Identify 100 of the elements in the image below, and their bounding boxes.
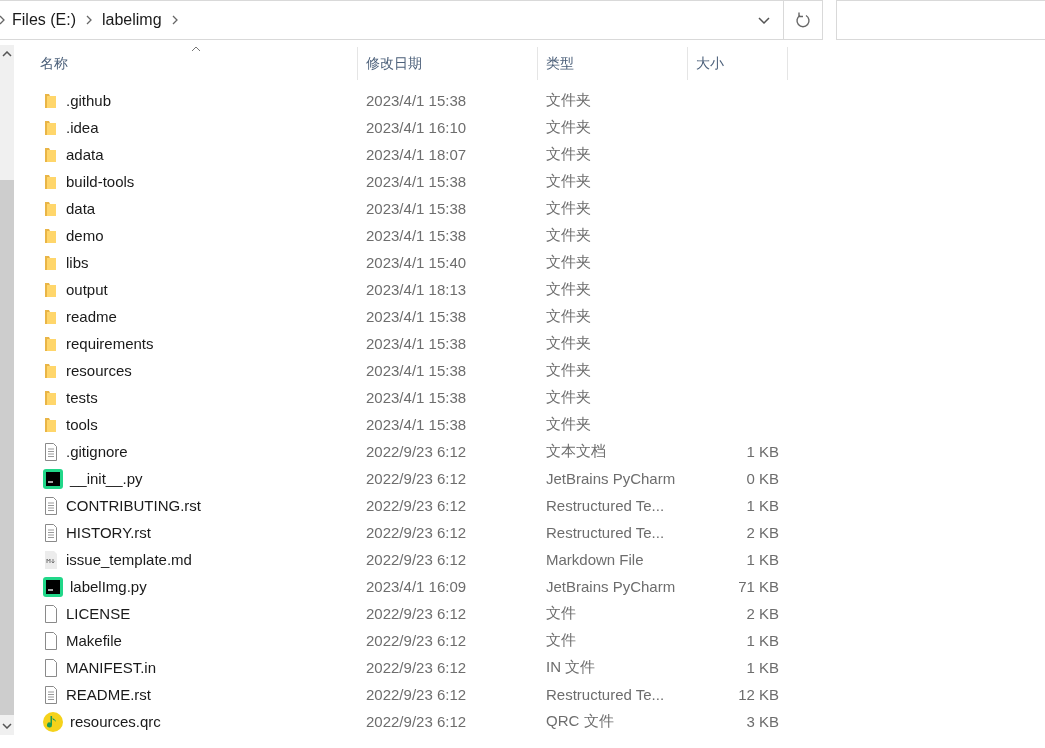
file-name[interactable]: Makefile [66, 632, 122, 649]
folder-icon [43, 173, 59, 190]
modified-date: 2023/4/1 15:38 [366, 227, 467, 244]
file-size: 1 KB [746, 632, 779, 649]
scroll-down-icon[interactable] [2, 723, 12, 729]
file-name[interactable]: __init__.py [70, 470, 143, 487]
folder-icon [43, 308, 59, 325]
file-name[interactable]: readme [66, 308, 117, 325]
file-type: Markdown File [546, 551, 644, 568]
file-type: Restructured Te... [546, 497, 665, 514]
modified-date: 2023/4/1 15:38 [366, 335, 467, 352]
column-header[interactable]: 修改日期 [358, 47, 538, 80]
file-type: 文件 [546, 604, 576, 621]
column-header[interactable]: 类型 [538, 47, 688, 80]
file-size: 0 KB [746, 470, 779, 487]
file-type: IN 文件 [546, 658, 596, 675]
chevron-right-icon[interactable] [171, 15, 178, 25]
file-name[interactable]: issue_template.md [66, 551, 192, 568]
file-name[interactable]: README.rst [66, 686, 151, 703]
file-name[interactable]: requirements [66, 335, 154, 352]
modified-date: 2022/9/23 6:12 [366, 686, 467, 703]
file-name[interactable]: demo [66, 227, 104, 244]
modified-date: 2023/4/1 15:38 [366, 173, 467, 190]
file-type: 文件夹 [546, 415, 591, 432]
file-type: 文本文档 [546, 442, 606, 459]
modified-date: 2022/9/23 6:12 [366, 551, 467, 568]
breadcrumb-item[interactable]: labelimg [102, 11, 162, 29]
modified-date: 2022/9/23 6:12 [366, 497, 467, 514]
file-name[interactable]: LICENSE [66, 605, 131, 622]
column-header[interactable]: 大小 [688, 47, 788, 80]
file-name[interactable]: MANIFEST.in [66, 659, 156, 676]
file-name[interactable]: labelImg.py [70, 578, 147, 595]
markdown-file-icon [43, 550, 59, 569]
file-type: 文件夹 [546, 307, 591, 324]
modified-date: 2023/4/1 18:07 [366, 146, 467, 163]
modified-date: 2022/9/23 6:12 [366, 470, 467, 487]
modified-date: 2023/4/1 16:09 [366, 578, 467, 595]
modified-date: 2022/9/23 6:12 [366, 524, 467, 541]
folder-icon [43, 389, 59, 406]
scroll-up-icon[interactable] [2, 51, 12, 57]
blank-document-icon [43, 658, 59, 677]
chevron-right-icon[interactable] [86, 15, 92, 25]
file-type: QRC 文件 [546, 712, 614, 729]
file-name[interactable]: .gitignore [66, 443, 128, 460]
file-name[interactable]: HISTORY.rst [66, 524, 152, 541]
file-type: 文件夹 [546, 226, 591, 243]
file-type: 文件夹 [546, 280, 591, 297]
modified-date: 2023/4/1 15:38 [366, 362, 467, 379]
file-type: 文件夹 [546, 253, 591, 270]
file-type: JetBrains PyCharm [546, 578, 676, 595]
folder-icon [43, 146, 59, 163]
file-type: Restructured Te... [546, 686, 665, 703]
column-header[interactable]: 名称 [14, 47, 358, 80]
modified-date: 2023/4/1 15:38 [366, 416, 467, 433]
modified-date: 2023/4/1 15:38 [366, 308, 467, 325]
folder-icon [43, 227, 59, 244]
modified-date: 2023/4/1 18:13 [366, 281, 467, 298]
file-type: 文件夹 [546, 145, 591, 162]
file-size: 71 KB [738, 578, 779, 595]
file-name[interactable]: resources [66, 362, 132, 379]
file-name[interactable]: build-tools [66, 173, 135, 190]
modified-date: 2023/4/1 15:38 [366, 92, 467, 109]
file-name[interactable]: tools [66, 416, 98, 433]
search-field[interactable] [836, 0, 1045, 40]
folder-icon [43, 281, 59, 298]
breadcrumb-item[interactable]: Files (E:) [12, 11, 76, 29]
folder-icon [43, 200, 59, 217]
vertical-scrollbar[interactable] [0, 45, 14, 735]
blank-document-icon [43, 631, 59, 650]
file-name[interactable]: resources.qrc [70, 713, 161, 730]
file-name[interactable]: adata [66, 146, 104, 163]
file-name[interactable]: .github [66, 92, 112, 109]
file-name[interactable]: .idea [66, 119, 99, 136]
folder-icon [43, 92, 59, 109]
modified-date: 2022/9/23 6:12 [366, 632, 467, 649]
file-size: 1 KB [746, 659, 779, 676]
text-document-icon [43, 496, 59, 515]
modified-date: 2023/4/1 16:10 [366, 119, 467, 136]
file-name[interactable]: libs [66, 254, 89, 271]
file-type: 文件夹 [546, 361, 591, 378]
file-type: 文件夹 [546, 388, 591, 405]
music-note-icon [43, 711, 63, 732]
modified-date: 2023/4/1 15:38 [366, 389, 467, 406]
file-type: 文件夹 [546, 118, 591, 135]
chevron-right-icon [0, 15, 5, 25]
modified-date: 2023/4/1 15:40 [366, 254, 467, 271]
file-size: 12 KB [738, 686, 779, 703]
pycharm-file-icon [43, 468, 63, 489]
file-name[interactable]: tests [66, 389, 98, 406]
file-size: 1 KB [746, 497, 779, 514]
file-name[interactable]: output [66, 281, 108, 298]
text-document-icon [43, 523, 59, 542]
file-type: 文件夹 [546, 172, 591, 189]
file-name[interactable]: data [66, 200, 96, 217]
file-name[interactable]: CONTRIBUTING.rst [66, 497, 201, 514]
file-type: 文件夹 [546, 91, 591, 108]
sort-ascending-icon [191, 46, 201, 52]
folder-icon [43, 416, 59, 433]
file-type: 文件 [546, 631, 576, 648]
folder-icon [43, 362, 59, 379]
